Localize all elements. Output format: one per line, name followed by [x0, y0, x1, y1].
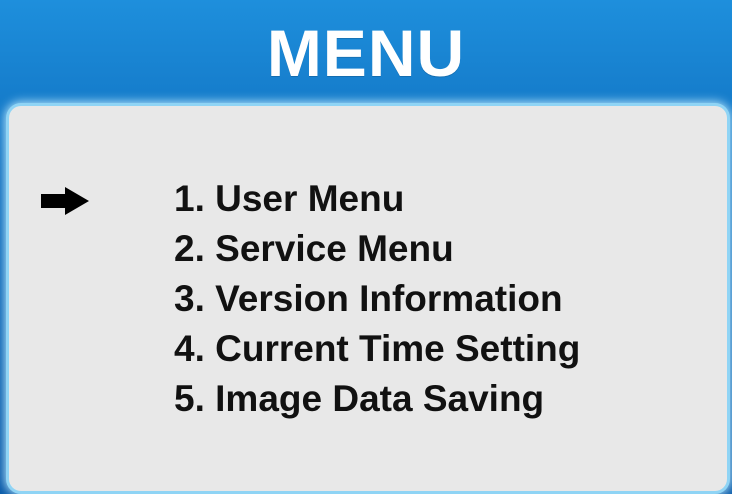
menu-item-service-menu[interactable]: 2. Service Menu [174, 224, 580, 274]
menu-item-image-data-saving[interactable]: 5. Image Data Saving [174, 374, 580, 424]
menu-header: MENU [0, 0, 732, 100]
menu-list: 1. User Menu 2. Service Menu 3. Version … [174, 174, 580, 424]
menu-item-version-information[interactable]: 3. Version Information [174, 274, 580, 324]
page-title: MENU [266, 16, 466, 90]
menu-panel: 1. User Menu 2. Service Menu 3. Version … [9, 106, 727, 491]
menu-item-user-menu[interactable]: 1. User Menu [174, 174, 580, 224]
menu-item-current-time-setting[interactable]: 4. Current Time Setting [174, 324, 580, 374]
right-arrow-icon [41, 187, 89, 215]
menu-screen: MENU 1. User Menu 2. Service Menu 3. Ver… [0, 0, 732, 494]
